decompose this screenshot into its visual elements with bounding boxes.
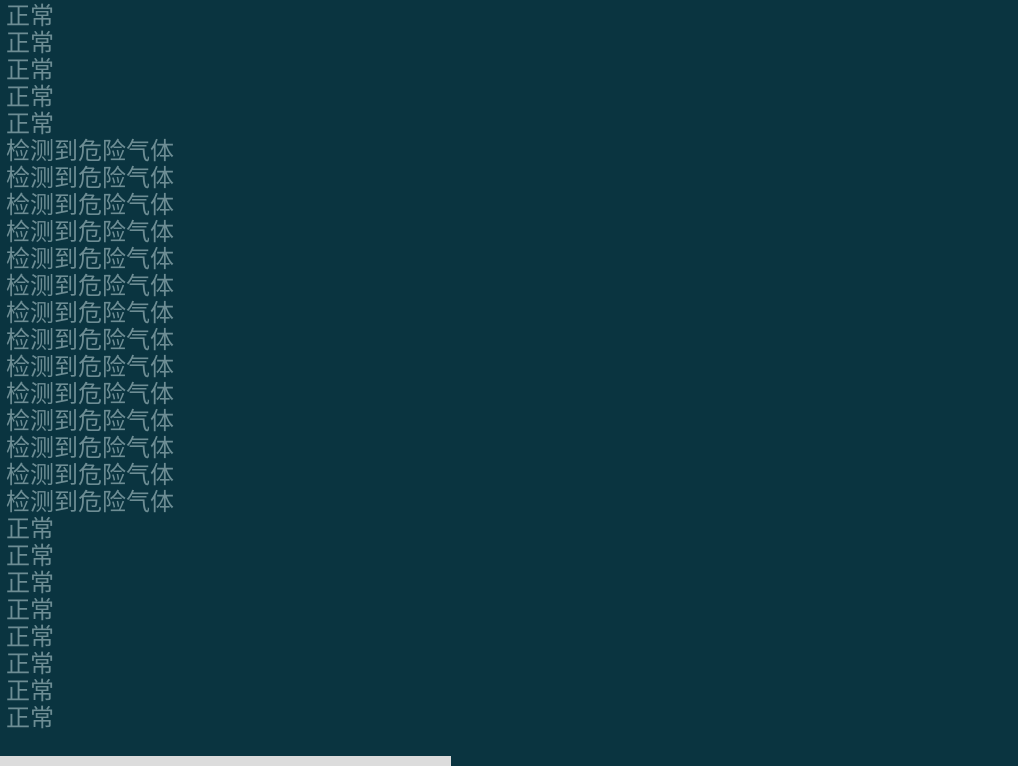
console-line: 检测到危险气体 (6, 463, 1018, 490)
console-line: 检测到危险气体 (6, 409, 1018, 436)
console-line: 正常 (6, 85, 1018, 112)
console-line: 检测到危险气体 (6, 139, 1018, 166)
console-line: 正常 (6, 652, 1018, 679)
console-line: 正常 (6, 598, 1018, 625)
console-line: 检测到危险气体 (6, 193, 1018, 220)
console-line: 正常 (6, 571, 1018, 598)
console-line: 正常 (6, 112, 1018, 139)
console-line: 检测到危险气体 (6, 328, 1018, 355)
console-line: 检测到危险气体 (6, 247, 1018, 274)
console-line: 检测到危险气体 (6, 382, 1018, 409)
console-line: 正常 (6, 31, 1018, 58)
console-line: 正常 (6, 58, 1018, 85)
console-line: 检测到危险气体 (6, 490, 1018, 517)
console-line: 检测到危险气体 (6, 355, 1018, 382)
console-output: 正常正常正常正常正常检测到危险气体检测到危险气体检测到危险气体检测到危险气体检测… (0, 0, 1018, 756)
console-line: 正常 (6, 625, 1018, 652)
console-line: 正常 (6, 544, 1018, 571)
console-line: 正常 (6, 517, 1018, 544)
console-line: 正常 (6, 679, 1018, 706)
console-line: 正常 (6, 4, 1018, 31)
console-line: 检测到危险气体 (6, 436, 1018, 463)
console-line: 检测到危险气体 (6, 220, 1018, 247)
console-line: 检测到危险气体 (6, 301, 1018, 328)
console-line: 检测到危险气体 (6, 274, 1018, 301)
console-line: 检测到危险气体 (6, 166, 1018, 193)
bottom-bar (0, 756, 451, 766)
console-line: 正常 (6, 706, 1018, 733)
